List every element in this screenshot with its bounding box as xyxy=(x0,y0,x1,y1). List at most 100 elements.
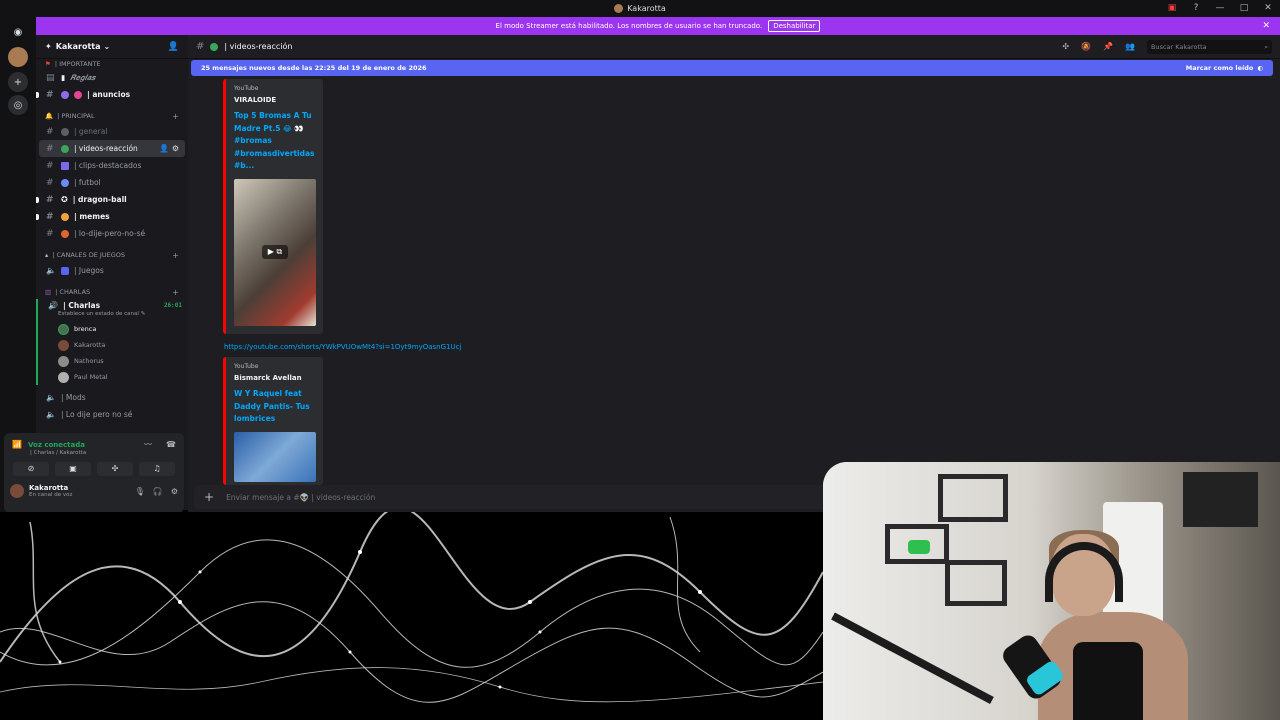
channel-futbol[interactable]: # | futbol xyxy=(36,174,188,191)
mark-read-button[interactable]: Marcar como leído xyxy=(1186,64,1254,72)
user-row: Kakarotta En canal de voz 🎙 🎧 ⚙ xyxy=(4,476,184,498)
channel-memes[interactable]: # | memes xyxy=(36,208,188,225)
avatar xyxy=(58,371,69,383)
channel-general[interactable]: # | general xyxy=(36,123,188,140)
camera-off-icon[interactable]: ⊘ xyxy=(13,462,49,476)
channel-reglas[interactable]: ▤ ▮ 𝑹𝒆𝒈𝒍𝒂𝒔 xyxy=(36,69,188,86)
noise-suppression-icon[interactable]: 〰 xyxy=(144,439,152,450)
add-channel-icon[interactable]: + xyxy=(172,288,179,297)
speaker-icon: 🔈 xyxy=(46,266,56,275)
add-channel-icon[interactable]: + xyxy=(172,112,179,121)
channel-mods[interactable]: 🔈 | Mods xyxy=(36,389,188,406)
video-thumbnail[interactable]: ▶ ⧉ xyxy=(234,178,316,326)
kitchen-cabinet xyxy=(1183,472,1258,527)
chat-area: # | videos-reacción ✣ 🔕 📌 👥 Buscar Kakar… xyxy=(188,35,1280,512)
embed-title[interactable]: Top 5 Bromas A Tu Madre Pt.5 😂 👀 #bromas… xyxy=(234,110,317,173)
headphones-icon[interactable]: 🎧 xyxy=(153,487,163,496)
category-label: | CANALES DE JUEGOS xyxy=(52,251,125,259)
speaker-icon: 🔈 xyxy=(46,393,56,402)
hash-icon: # xyxy=(46,89,54,100)
header-toolbar: ✣ 🔕 📌 👥 Buscar Kakarotta ⌕ xyxy=(1062,39,1272,54)
new-messages-bar[interactable]: 25 mensajes nuevos desde las 22:25 del 1… xyxy=(191,60,1273,76)
search-input[interactable]: Buscar Kakarotta ⌕ xyxy=(1147,39,1272,54)
close-banner-icon[interactable]: ✕ xyxy=(1262,21,1270,31)
category-importante[interactable]: ⚑ | IMPORTANTE xyxy=(36,59,188,69)
voice-user[interactable]: Nathorus xyxy=(38,353,188,369)
discord-home-icon[interactable]: ◉ xyxy=(8,22,28,42)
channel-charlas[interactable]: 🔊 | Charlas 26:01 xyxy=(38,299,188,311)
category-label: | CHARLAS xyxy=(55,288,91,296)
attach-icon[interactable]: + xyxy=(204,490,214,504)
voice-status[interactable]: Voz conectada xyxy=(28,441,85,449)
channel-anuncios[interactable]: # | anuncios xyxy=(36,86,188,103)
banner-text: El modo Streamer está habilitado. Los no… xyxy=(495,22,763,30)
channel-status-text[interactable]: Establece un estado de canal ✎ xyxy=(38,311,188,321)
channel-clips[interactable]: # | clips-destacados xyxy=(36,157,188,174)
invite-people-icon[interactable]: 👤 xyxy=(168,42,179,52)
channel-dragon-ball[interactable]: # ✪ | dragon-ball xyxy=(36,191,188,208)
channel-lo-dije-voice[interactable]: 🔈 | Lo dije pero no sé xyxy=(36,406,188,423)
threads-icon[interactable]: ✣ xyxy=(1062,42,1069,51)
microphone-icon[interactable]: 🎙 xyxy=(135,487,145,496)
pencil-icon: ✎ xyxy=(140,311,146,317)
minimize-icon[interactable]: — xyxy=(1214,2,1226,14)
server-icon-kakarotta[interactable] xyxy=(8,47,28,67)
unread-indicator xyxy=(36,196,39,203)
channel-label: | Charlas xyxy=(63,300,101,310)
channel-label: | videos-reacción xyxy=(74,144,138,153)
alien-emoji-icon xyxy=(61,144,69,153)
embed-provider: YouTube xyxy=(234,85,259,92)
activities-icon[interactable]: ✣ xyxy=(97,462,133,476)
server-header[interactable]: ✦ Kakarotta ⌄ 👤 xyxy=(36,35,188,59)
embed-title[interactable]: W Y Raquel feat Daddy Pantis- Tus lombri… xyxy=(234,388,317,426)
play-icon[interactable]: ▶ ⧉ xyxy=(262,244,288,259)
category-juegos[interactable]: ▴ | CANALES DE JUEGOS + xyxy=(36,248,188,262)
embed-author[interactable]: VIRALOIDE xyxy=(234,96,317,104)
screen-share-icon[interactable]: ▣ xyxy=(55,462,91,476)
voice-user[interactable]: Paul Metal xyxy=(38,369,188,385)
soundboard-icon[interactable]: ♫ xyxy=(139,462,175,476)
notifications-icon[interactable]: 🔕 xyxy=(1081,42,1091,51)
help-icon[interactable]: ? xyxy=(1190,2,1202,14)
mark-read-icon: ◐ xyxy=(1257,64,1263,72)
avatar[interactable] xyxy=(10,484,24,498)
message-link[interactable]: https://youtube.com/shorts/YWkPVUOwMt4?s… xyxy=(224,343,461,351)
maximize-icon[interactable]: □ xyxy=(1238,2,1250,14)
channel-title: | videos-reacción xyxy=(224,42,293,51)
window-title: Kakarotta xyxy=(614,4,666,13)
add-channel-icon[interactable]: + xyxy=(172,251,179,260)
add-server-icon[interactable]: + xyxy=(8,72,28,92)
user-info[interactable]: Kakarotta En canal de voz xyxy=(29,484,72,498)
discover-icon[interactable]: ◎ xyxy=(8,95,28,115)
video-thumbnail[interactable] xyxy=(234,431,316,482)
inbox-icon[interactable]: ▣ xyxy=(1166,2,1178,14)
disable-streamer-button[interactable]: Deshabilitar xyxy=(768,20,821,32)
channel-settings-icon[interactable]: 👤 ⚙ xyxy=(159,144,179,153)
wall-shelf xyxy=(945,560,1007,606)
book-icon: ▮ xyxy=(61,73,66,82)
channel-juegos[interactable]: 🔈 | Juegos xyxy=(36,262,188,279)
voice-user[interactable]: Kakarotta xyxy=(38,337,188,353)
channel-videos-reaccion[interactable]: # | videos-reacción 👤 ⚙ xyxy=(39,140,185,157)
category-principal[interactable]: 🔔 | PRINCIPAL + xyxy=(36,109,188,123)
voice-user-name: Nathorus xyxy=(74,357,104,365)
audio-visualizer xyxy=(0,506,824,720)
embed-author[interactable]: Bismarck Avellan xyxy=(234,374,317,382)
gamepad-emoji-icon xyxy=(61,266,69,275)
member-list-icon[interactable]: 👥 xyxy=(1125,42,1135,51)
avatar xyxy=(58,339,69,351)
disconnect-icon[interactable]: ☎ xyxy=(166,440,176,449)
channel-label: | futbol xyxy=(74,178,101,187)
pin-icon[interactable]: 📌 xyxy=(1103,42,1113,51)
hash-icon: # xyxy=(46,194,54,205)
category-charlas[interactable]: ▥ | CHARLAS + xyxy=(36,285,188,299)
laugh-emoji-icon xyxy=(61,212,69,221)
channel-label: | dragon-ball xyxy=(72,195,127,204)
gear-icon[interactable]: ⚙ xyxy=(171,487,178,496)
hash-icon: # xyxy=(46,177,54,188)
voice-user[interactable]: brenca xyxy=(38,321,188,337)
close-icon[interactable]: ✕ xyxy=(1262,2,1274,14)
hash-icon: # xyxy=(46,126,54,137)
channel-lo-dije[interactable]: # | lo-dije-pero-no-sé xyxy=(36,225,188,242)
user-controls: 🎙 🎧 ⚙ xyxy=(135,487,178,496)
